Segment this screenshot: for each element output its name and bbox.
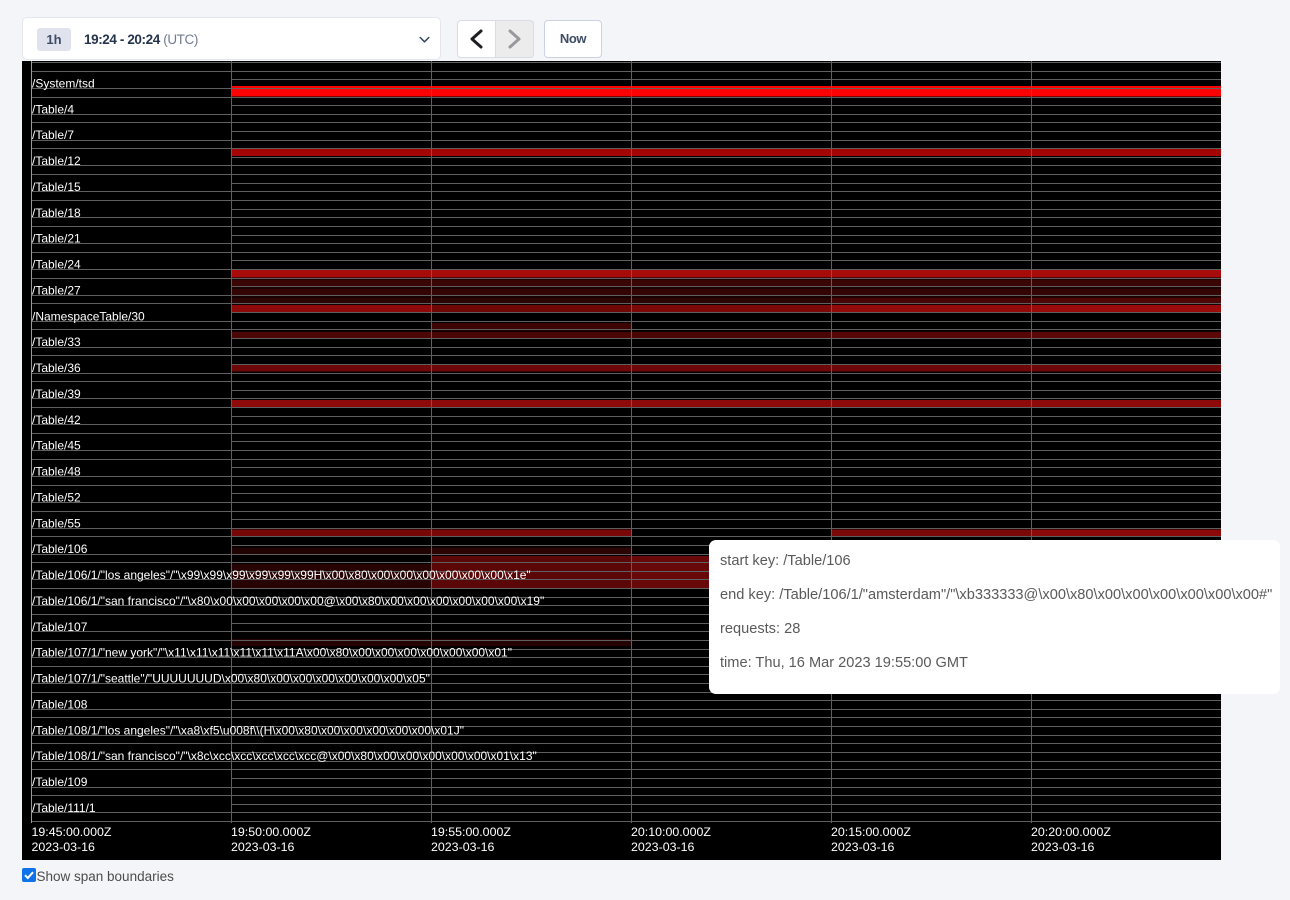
svg-text:/System/tsd: /System/tsd xyxy=(32,76,95,90)
svg-text:/Table/109: /Table/109 xyxy=(32,775,88,789)
svg-text:/Table/107: /Table/107 xyxy=(32,620,88,634)
svg-text:/Table/27: /Table/27 xyxy=(32,283,81,297)
svg-text:/Table/33: /Table/33 xyxy=(32,335,81,349)
svg-text:/Table/55: /Table/55 xyxy=(32,516,81,530)
svg-text:2023-03-16: 2023-03-16 xyxy=(831,840,894,854)
svg-text:/Table/21: /Table/21 xyxy=(32,232,81,246)
svg-text:/Table/52: /Table/52 xyxy=(32,490,81,504)
svg-text:20:15:00.000Z: 20:15:00.000Z xyxy=(831,825,911,839)
svg-text:/Table/108: /Table/108 xyxy=(32,697,88,711)
svg-text:19:50:00.000Z: 19:50:00.000Z xyxy=(231,825,311,839)
svg-text:/Table/108/1/"los angeles"/"\x: /Table/108/1/"los angeles"/"\xa8\xf5\u00… xyxy=(32,723,464,737)
svg-text:/NamespaceTable/30: /NamespaceTable/30 xyxy=(32,309,145,323)
svg-text:/Table/111/1: /Table/111/1 xyxy=(32,801,96,815)
svg-text:/Table/15: /Table/15 xyxy=(32,180,81,194)
svg-text:/Table/107/1/"seattle"/"UUUUUU: /Table/107/1/"seattle"/"UUUUUUUD\x00\x80… xyxy=(32,672,430,686)
svg-text:19:55:00.000Z: 19:55:00.000Z xyxy=(431,825,511,839)
svg-text:/Table/39: /Table/39 xyxy=(32,387,81,401)
svg-text:/Table/108/1/"san francisco"/": /Table/108/1/"san francisco"/"\x8c\xcc\x… xyxy=(32,749,537,763)
svg-text:/Table/7: /Table/7 xyxy=(32,128,74,142)
svg-text:/Table/42: /Table/42 xyxy=(32,413,81,427)
svg-text:2023-03-16: 2023-03-16 xyxy=(32,840,95,854)
svg-text:/Table/45: /Table/45 xyxy=(32,439,81,453)
svg-text:/Table/24: /Table/24 xyxy=(32,258,81,272)
svg-text:2023-03-16: 2023-03-16 xyxy=(431,840,494,854)
svg-text:20:10:00.000Z: 20:10:00.000Z xyxy=(631,825,711,839)
svg-text:/Table/106: /Table/106 xyxy=(32,542,88,556)
svg-text:/Table/18: /Table/18 xyxy=(32,206,81,220)
svg-text:/Table/36: /Table/36 xyxy=(32,361,81,375)
svg-text:2023-03-16: 2023-03-16 xyxy=(231,840,294,854)
svg-text:2023-03-16: 2023-03-16 xyxy=(631,840,694,854)
svg-text:20:20:00.000Z: 20:20:00.000Z xyxy=(1031,825,1111,839)
svg-text:/Table/4: /Table/4 xyxy=(32,102,74,116)
svg-text:/Table/107/1/"new york"/"\x11\: /Table/107/1/"new york"/"\x11\x11\x11\x1… xyxy=(32,646,512,660)
svg-text:2023-03-16: 2023-03-16 xyxy=(1031,840,1094,854)
svg-text:/Table/12: /Table/12 xyxy=(32,154,81,168)
svg-text:/Table/106/1/"los angeles"/"\x: /Table/106/1/"los angeles"/"\x99\x99\x99… xyxy=(32,568,531,582)
svg-text:19:45:00.000Z: 19:45:00.000Z xyxy=(32,825,112,839)
svg-text:/Table/48: /Table/48 xyxy=(32,465,81,479)
svg-text:/Table/106/1/"san francisco"/": /Table/106/1/"san francisco"/"\x80\x00\x… xyxy=(32,594,544,608)
